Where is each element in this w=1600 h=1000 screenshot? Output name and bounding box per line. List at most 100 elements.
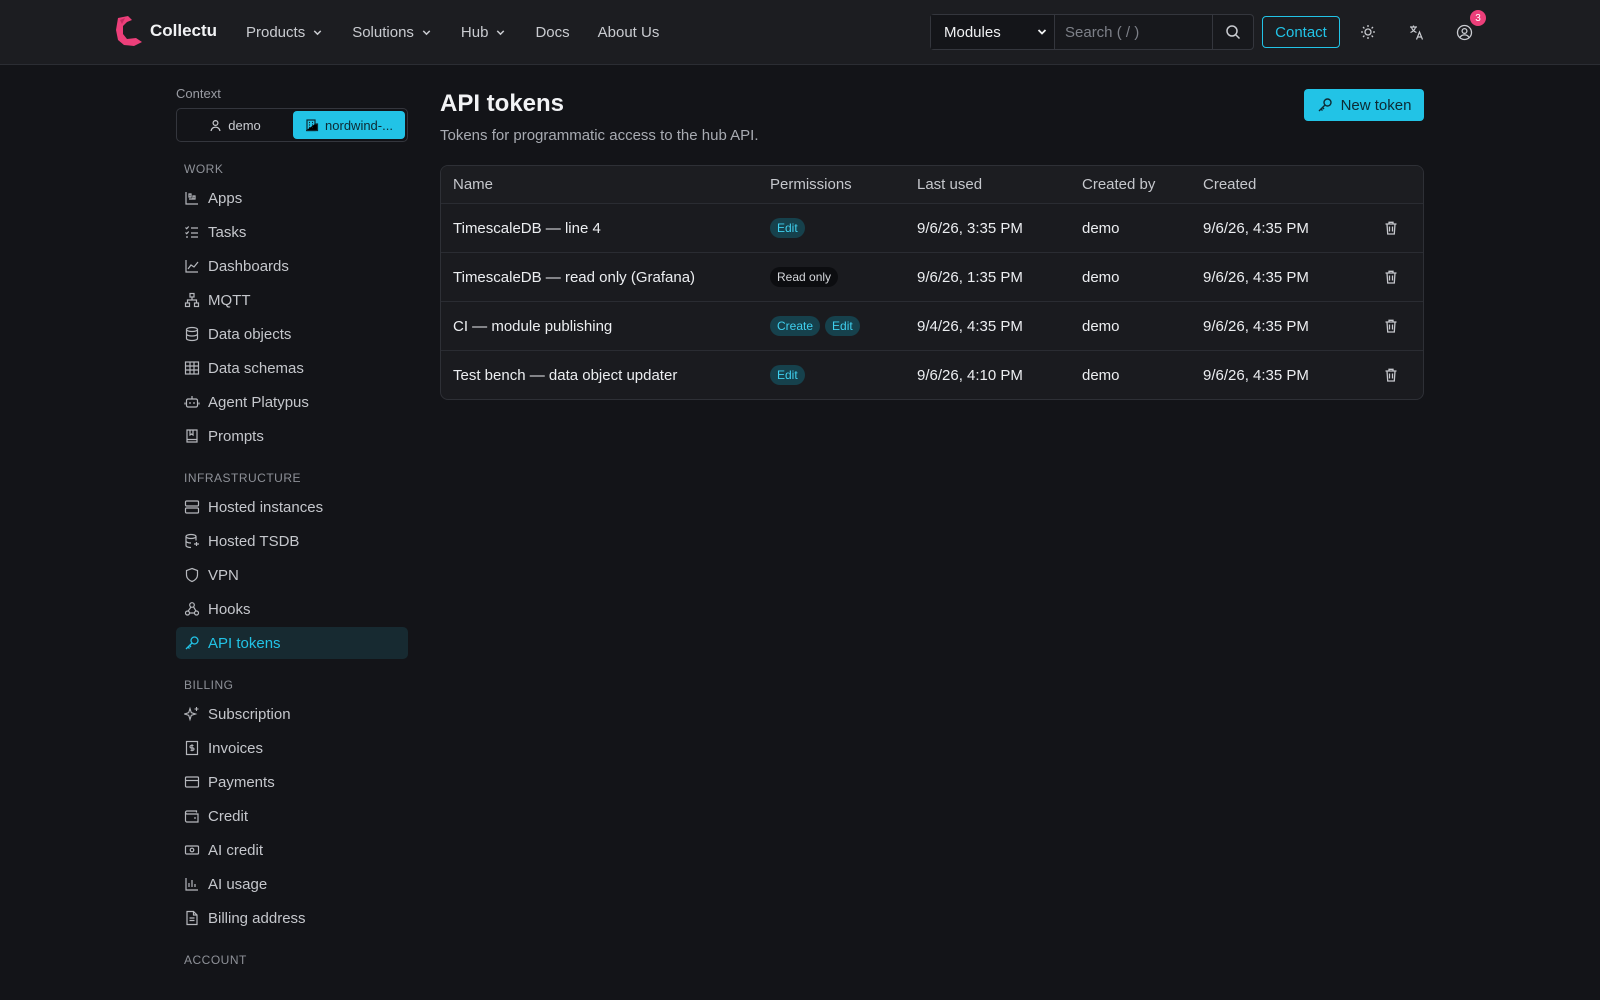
tokens-table: Name Permissions Last used Created by Cr… [440,165,1424,400]
sidebar-item-credit[interactable]: Credit [176,800,408,832]
brand-logo[interactable]: Collectu [114,14,217,48]
permission-badge: Edit [770,365,805,385]
nav-about-us[interactable]: About Us [598,24,660,41]
sidebar-item-label: Data objects [208,325,292,343]
nav-products[interactable]: Products [246,24,324,41]
permission-badge: Edit [770,218,805,238]
context-option-user[interactable]: demo [179,111,291,139]
token-last-used: 9/6/26, 1:35 PM [917,268,1023,286]
token-last-used: 9/6/26, 3:35 PM [917,219,1023,237]
nav-docs[interactable]: Docs [535,24,569,41]
server-icon [184,500,200,514]
sidebar-item-mqtt[interactable]: MQTT [176,284,408,316]
sidebar-item-label: MQTT [208,291,251,309]
table-row: Test bench — data object updater Edit 9/… [441,350,1423,399]
chevron-down-icon [497,29,505,35]
theme-toggle-button[interactable] [1356,20,1380,44]
context-option-org-label: nordwind-... [325,117,393,133]
context-option-org[interactable]: nordwind-... [293,111,405,139]
sidebar-item-payments[interactable]: Payments [176,766,408,798]
delete-token-button[interactable] [1383,351,1399,399]
delete-token-button[interactable] [1383,253,1399,301]
trash-icon [1385,319,1397,333]
language-button[interactable] [1404,20,1428,44]
sidebar: Context demo nordwind-... WORK Apps Task… [176,86,408,973]
token-created-by: demo [1082,268,1120,286]
sidebar-item-label: Subscription [208,705,291,723]
translate-icon [1409,25,1423,40]
delete-token-button[interactable] [1383,204,1399,252]
token-created: 9/6/26, 4:35 PM [1203,317,1309,335]
column-header-permissions[interactable]: Permissions [770,166,852,203]
sidebar-item-label: AI credit [208,841,264,859]
section-title-billing: BILLING [184,678,234,692]
nav-docs-label: Docs [535,23,570,41]
sidebar-item-prompts[interactable]: Prompts [176,420,408,452]
nav-hub[interactable]: Hub [461,24,508,41]
token-created-by: demo [1082,366,1120,384]
sidebar-item-invoices[interactable]: Invoices [176,732,408,764]
sidebar-item-label: Data schemas [208,359,304,377]
delete-token-button[interactable] [1383,302,1399,350]
collectu-logo-icon [116,16,142,46]
permission-badge: Edit [825,316,860,336]
sidebar-item-label: Agent Platypus [208,393,309,411]
sidebar-item-agent-platypus[interactable]: Agent Platypus [176,386,408,418]
token-created: 9/6/26, 4:35 PM [1203,268,1309,286]
sidebar-item-hooks[interactable]: Hooks [176,593,408,625]
contact-button[interactable]: Contact [1262,16,1340,48]
search-input[interactable] [1055,15,1213,49]
user-icon [210,119,221,131]
nav-about-label: About Us [597,23,660,41]
apps-icon [185,192,198,205]
search-icon [1226,25,1241,40]
sidebar-item-label: Prompts [208,427,264,445]
token-created-by: demo [1082,219,1120,237]
column-header-name[interactable]: Name [453,166,493,203]
sidebar-item-hosted-tsdb[interactable]: Hosted TSDB [176,525,408,557]
search-button[interactable] [1213,15,1253,49]
sidebar-item-label: Credit [208,807,249,825]
sidebar-item-ai-credit[interactable]: AI credit [176,834,408,866]
column-header-created[interactable]: Created [1203,166,1256,203]
sidebar-item-dashboards[interactable]: Dashboards [176,250,408,282]
ticket-icon [184,845,200,855]
sidebar-item-billing-address[interactable]: Billing address [176,902,408,934]
shield-icon [185,567,199,583]
credit-card-icon [184,776,200,788]
token-last-used: 9/6/26, 4:10 PM [917,366,1023,384]
sidebar-item-hosted-instances[interactable]: Hosted instances [176,491,408,523]
token-permissions: Create Edit [770,302,860,350]
new-token-label: New token [1340,96,1412,114]
sparkles-icon [184,706,199,722]
token-name: CI — module publishing [453,317,613,335]
chevron-down-icon [313,29,322,35]
module-select[interactable]: Modules [931,15,1055,49]
sidebar-item-subscription[interactable]: Subscription [176,698,408,730]
column-header-created-by[interactable]: Created by [1082,166,1155,203]
book-icon [186,429,198,443]
sidebar-item-label: Apps [208,189,243,207]
key-icon [185,636,199,650]
page-title: API tokens [440,90,565,117]
module-select-value: Modules [944,23,1001,41]
tasks-icon [185,226,198,238]
token-name: Test bench — data object updater [453,366,678,384]
sidebar-item-label: Dashboards [208,257,289,275]
permission-badge: Create [770,316,821,336]
network-icon [184,292,200,308]
sidebar-item-data-objects[interactable]: Data objects [176,318,408,350]
token-last-used: 9/4/26, 4:35 PM [917,317,1023,335]
nav-solutions[interactable]: Solutions [352,24,433,41]
new-token-button[interactable]: New token [1304,89,1424,121]
sidebar-item-data-schemas[interactable]: Data schemas [176,352,408,384]
sidebar-item-vpn[interactable]: VPN [176,559,408,591]
sidebar-item-apps[interactable]: Apps [176,182,408,214]
sidebar-item-label: Billing address [208,909,306,927]
sidebar-item-tasks[interactable]: Tasks [176,216,408,248]
table-icon [184,361,200,375]
sidebar-item-api-tokens[interactable]: API tokens [176,627,408,659]
main-nav: Products Solutions Hub Docs About Us [246,0,659,64]
sidebar-item-ai-usage[interactable]: AI usage [176,868,408,900]
column-header-last-used[interactable]: Last used [917,166,982,203]
